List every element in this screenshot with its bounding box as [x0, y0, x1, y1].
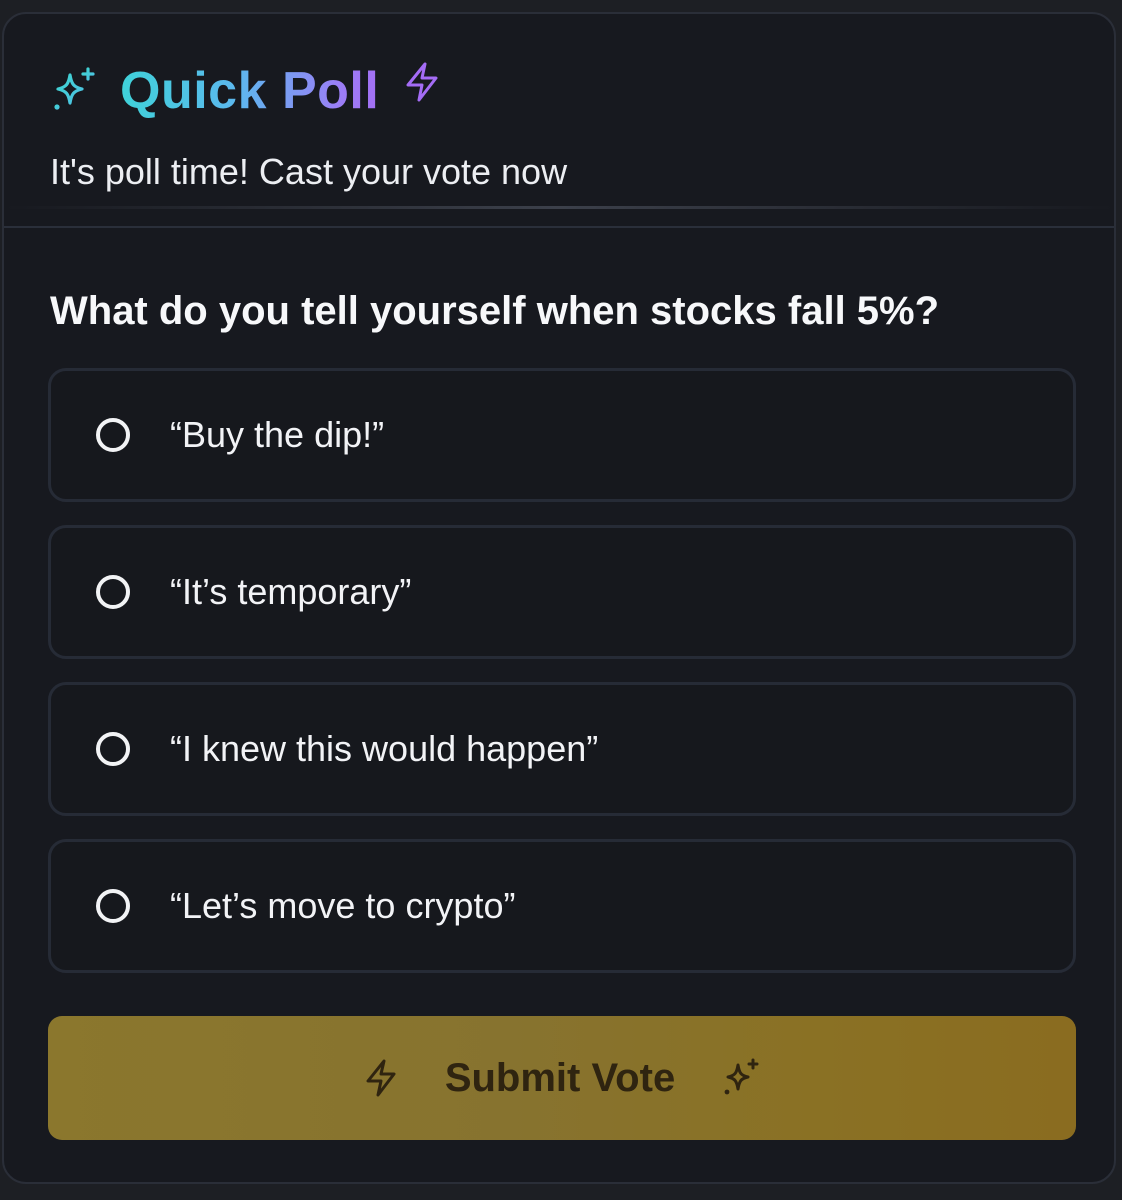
sparkles-icon: [724, 1058, 759, 1095]
poll-header: Quick Poll It's poll time! Cast your vot…: [4, 14, 1114, 228]
radio-button[interactable]: [96, 575, 130, 609]
radio-button[interactable]: [96, 418, 130, 452]
poll-options: “Buy the dip!” “It’s temporary” “I knew …: [48, 368, 1076, 996]
option-label: “It’s temporary”: [170, 571, 412, 612]
submit-label: Submit Vote: [444, 1056, 676, 1100]
poll-subtitle: It's poll time! Cast your vote now: [50, 151, 568, 192]
zap-icon: [406, 62, 438, 102]
header-divider: [4, 206, 1114, 209]
poll-option[interactable]: “Let’s move to crypto”: [48, 839, 1076, 973]
submit-vote-button[interactable]: Submit Vote: [48, 1016, 1076, 1140]
poll-option[interactable]: “I knew this would happen”: [48, 682, 1076, 816]
poll-option[interactable]: “It’s temporary”: [48, 525, 1076, 659]
sparkles-icon: [54, 67, 95, 110]
poll-card: Quick Poll It's poll time! Cast your vot…: [2, 12, 1116, 1184]
option-label: “I knew this would happen”: [170, 728, 599, 769]
option-label: “Let’s move to crypto”: [170, 885, 516, 926]
option-label: “Buy the dip!”: [170, 414, 385, 455]
poll-option[interactable]: “Buy the dip!”: [48, 368, 1076, 502]
zap-icon: [366, 1059, 396, 1097]
radio-button[interactable]: [96, 732, 130, 766]
title-row: Quick Poll: [48, 56, 443, 126]
page-title: Quick Poll: [120, 56, 379, 126]
poll-question: What do you tell yourself when stocks fa…: [50, 289, 940, 333]
radio-button[interactable]: [96, 889, 130, 923]
